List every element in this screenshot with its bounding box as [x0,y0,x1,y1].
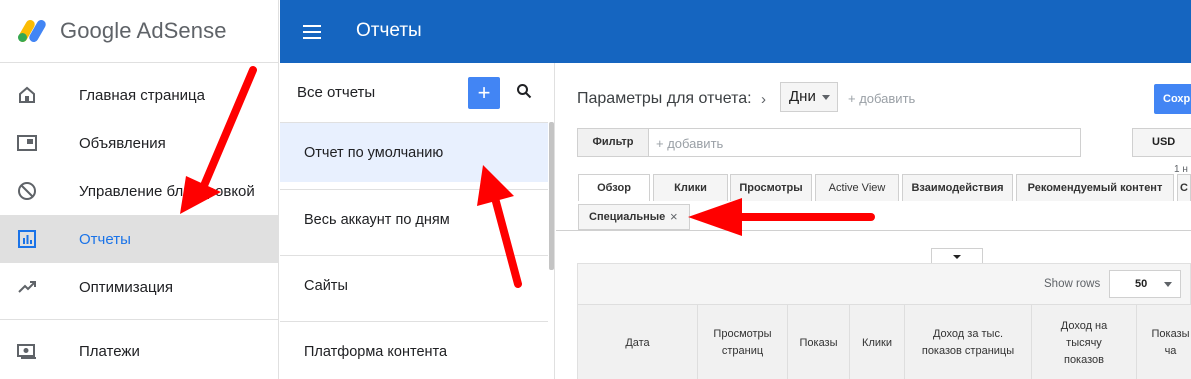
collapse-toggle[interactable] [931,248,983,263]
ads-icon [17,135,37,151]
tab-custom-label: Специальные [589,211,666,223]
menu-icon[interactable] [303,25,321,39]
nav-item-reports[interactable]: Отчеты [0,215,278,263]
nav-item-payments[interactable]: Платежи [0,327,278,375]
tab-pageviews[interactable]: Просмотры [730,174,812,201]
block-icon [18,182,36,200]
report-item-label: Сайты [304,277,348,294]
tab-clicks[interactable]: Клики [653,174,728,201]
app-root: Google AdSense Главная страница Объявлен… [0,0,1191,379]
brand-header[interactable]: Google AdSense [0,0,278,63]
report-item-content-platform[interactable]: Платформа контента [280,321,548,379]
column-header-impressions-partial[interactable]: Показы ча [1137,305,1191,379]
nav-item-label: Управление блокировкой [79,182,255,200]
chevron-down-icon [822,95,830,100]
table-header-row: Дата Просмотры страниц Показы Клики Дохо… [578,304,1191,379]
column-header-page-rpm[interactable]: Доход за тыс. показов страницы [905,305,1032,379]
reports-icon [18,230,36,248]
brand-name: Google AdSense [60,18,227,43]
column-header-pageviews[interactable]: Просмотры страниц [698,305,788,379]
report-item-label: Весь аккаунт по дням [304,211,450,228]
caret-down-icon [953,255,961,259]
scrollbar[interactable] [549,122,554,270]
report-main-area: Параметры для отчета: › Дни + добавить С… [556,63,1191,379]
top-app-bar: Отчеты [280,0,1191,63]
reports-list-title: Все отчеты [297,84,376,101]
report-item-default[interactable]: Отчет по умолчанию [280,122,548,182]
nav-item-optimization[interactable]: Оптимизация [0,263,278,311]
nav-item-blocking[interactable]: Управление блокировкой [0,167,278,215]
nav-item-label: Платежи [79,342,140,360]
save-button[interactable]: Сохр [1154,84,1191,114]
add-report-button[interactable]: + [468,77,500,109]
nav-divider [0,319,278,320]
payments-icon [17,344,36,359]
filter-label: Фильтр [578,129,649,156]
rows-per-page-value: 50 [1135,278,1148,290]
search-icon[interactable] [516,83,532,99]
nav-item-label: Оптимизация [79,278,174,296]
nav-item-label: Объявления [79,134,166,152]
tab-engagement[interactable]: Взаимодействия [902,174,1013,201]
nav-item-label: Отчеты [79,230,131,248]
column-header-impression-rpm[interactable]: Доход на тысячу показов [1032,305,1137,379]
nav-item-ads[interactable]: Объявления [0,119,278,167]
tab-custom[interactable]: Специальные × [578,204,690,230]
close-icon[interactable]: × [670,205,678,229]
tab-recommended-content[interactable]: Рекомендуемый контент [1016,174,1174,201]
report-item-label: Отчет по умолчанию [304,144,444,161]
page-title: Отчеты [356,20,422,41]
chevron-right-icon: › [761,91,766,108]
add-dimension-link[interactable]: + добавить [848,91,915,106]
dimension-value: Дни [789,88,816,105]
report-params-label: Параметры для отчета: [577,90,752,107]
nav-item-label: Главная страница [79,86,205,104]
filter-field[interactable]: Фильтр + добавить [577,128,1081,157]
column-header-impressions[interactable]: Показы [788,305,850,379]
adsense-logo-icon [16,18,48,44]
nav-item-home[interactable]: Главная страница [0,71,278,119]
home-icon [19,86,35,103]
currency-select[interactable]: USD [1132,128,1191,157]
tab-active-view[interactable]: Active View [815,174,899,201]
tab-more[interactable]: С [1177,174,1191,201]
dimension-select[interactable]: Дни [780,82,838,112]
report-item-sites[interactable]: Сайты [280,255,548,315]
show-rows-label: Show rows [1044,278,1101,290]
column-header-date[interactable]: Дата [578,305,698,379]
column-header-clicks[interactable]: Клики [850,305,905,379]
chevron-down-icon [1164,282,1172,287]
report-item-label: Платформа контента [304,343,448,360]
tab-overview[interactable]: Обзор [578,174,650,201]
trending-up-icon [18,281,36,293]
rows-per-page-select[interactable]: 50 [1109,270,1181,298]
report-item-account-by-day[interactable]: Весь аккаунт по дням [280,189,548,249]
reports-list-header: Все отчеты + [280,63,554,122]
reports-list-panel: Все отчеты + Отчет по умолчанию Весь акк… [280,63,555,379]
tabs-divider [556,230,1191,231]
report-table: Show rows 50 Дата Просмотры страниц Пока… [577,263,1191,379]
add-filter-link[interactable]: + добавить [656,136,723,151]
left-nav: Google AdSense Главная страница Объявлен… [0,0,279,379]
